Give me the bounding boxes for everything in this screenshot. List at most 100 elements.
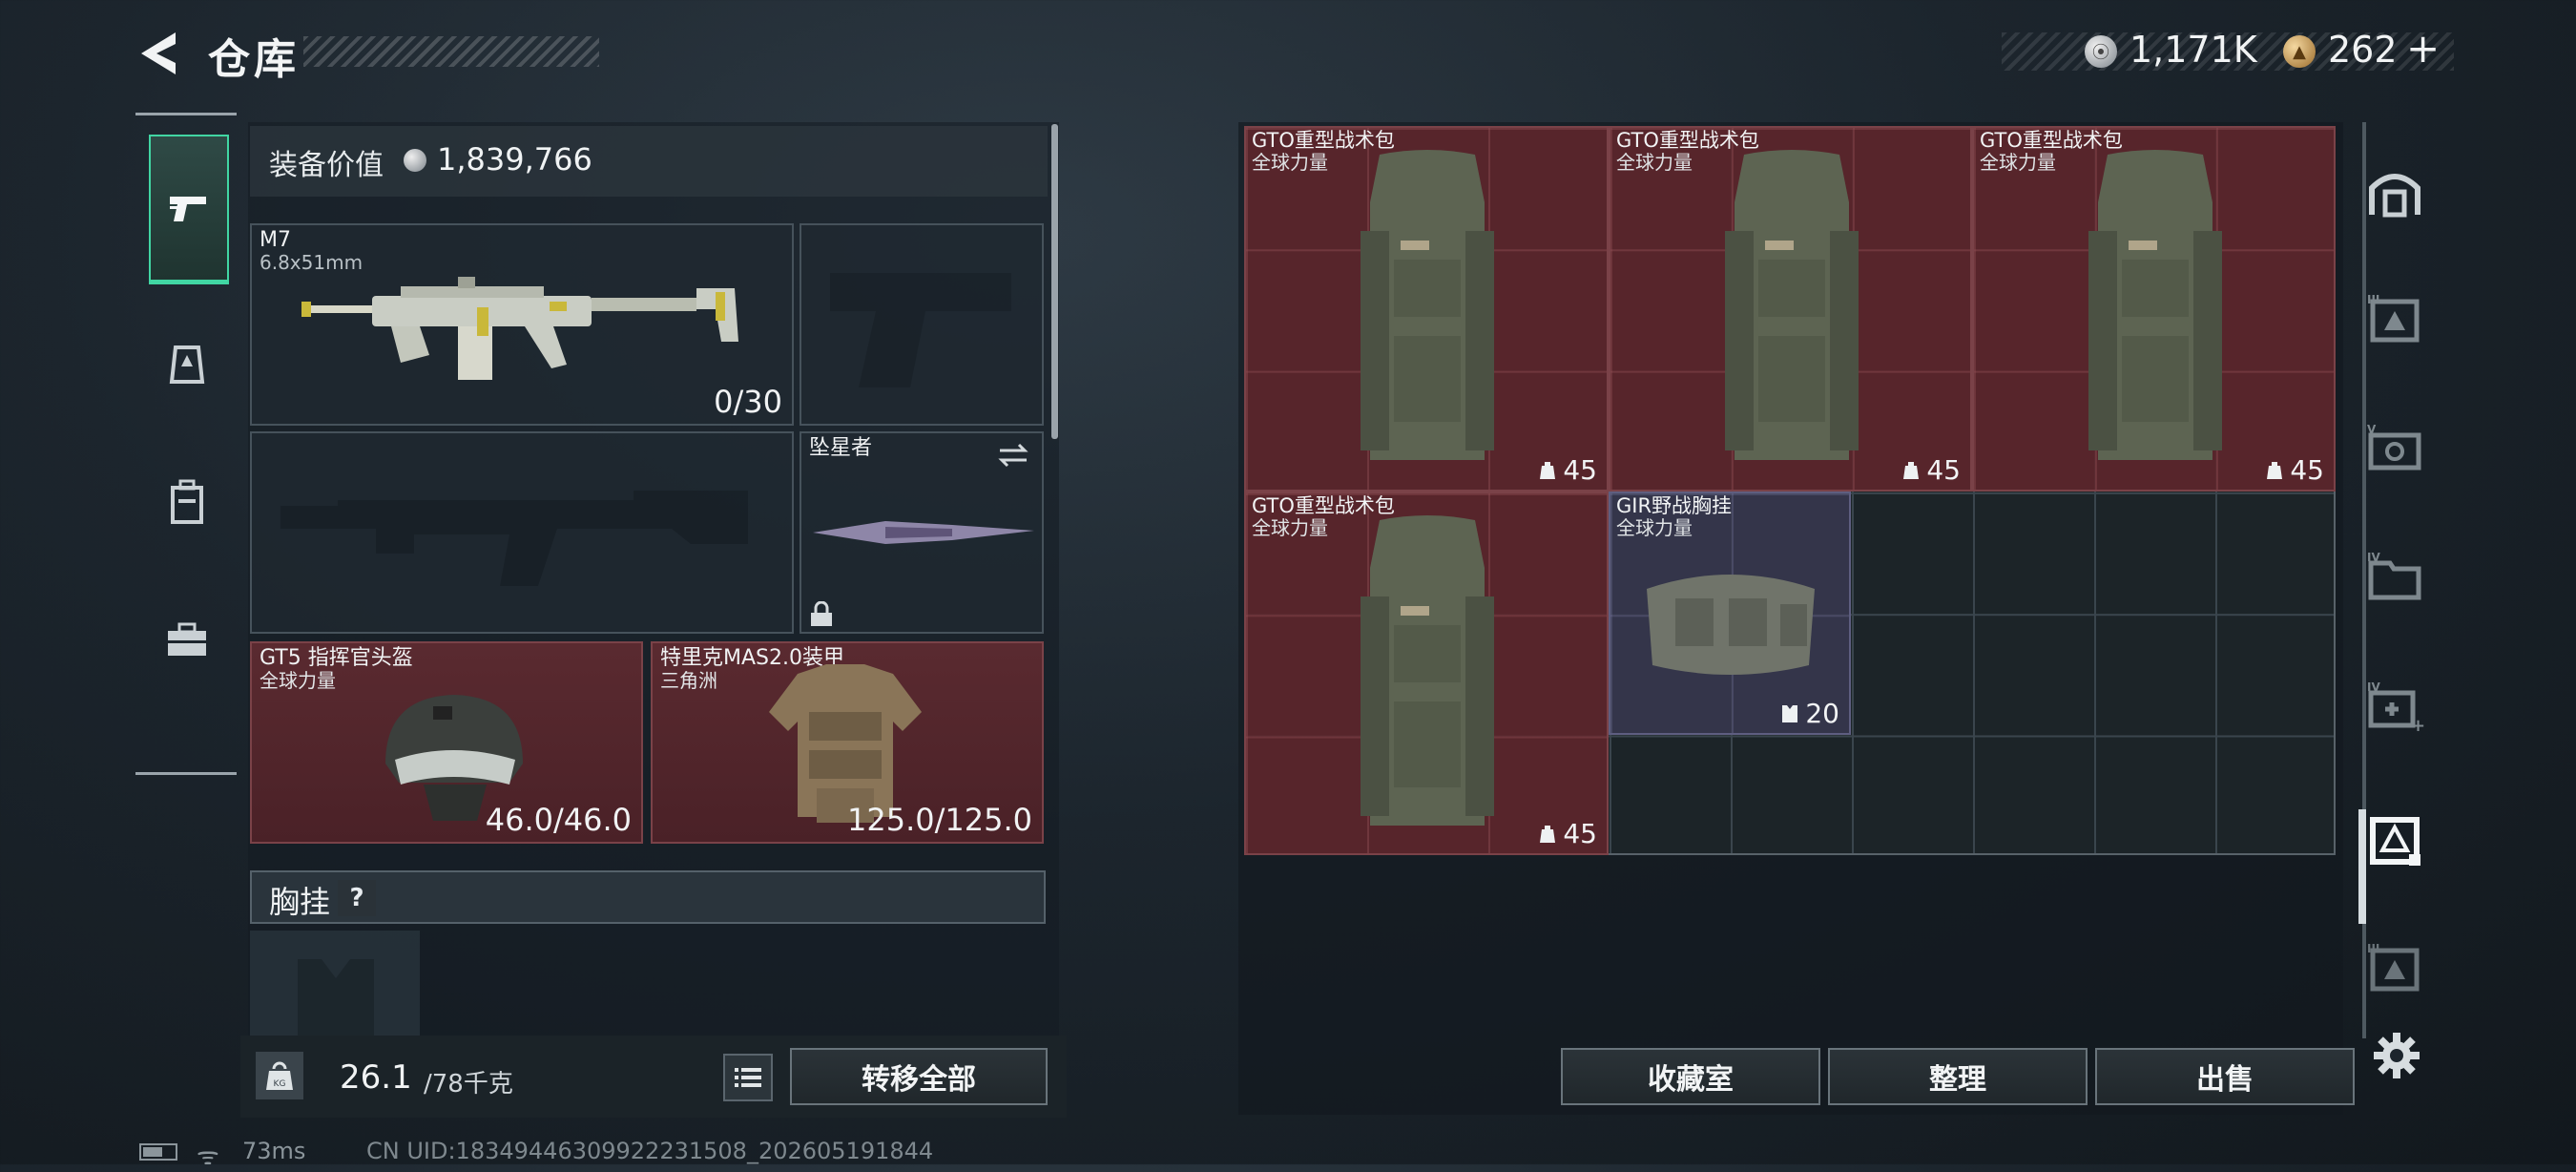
- category-weapons-tab[interactable]: [149, 135, 229, 284]
- item-capacity-value: 20: [1805, 698, 1839, 729]
- weapon-name: M7: [260, 228, 291, 252]
- gold-currency-value: 262: [2328, 29, 2398, 71]
- backpack-icon: [171, 479, 203, 524]
- chest-rig-slot[interactable]: [250, 931, 420, 1036]
- transfer-all-button[interactable]: 转移全部: [790, 1048, 1048, 1105]
- item-name: GIR野战胸挂: [1616, 494, 1733, 517]
- chest-rig-placeholder-icon: [298, 959, 374, 1036]
- storage-item-backpack[interactable]: GTO重型战术包 全球力量 45: [1244, 492, 1609, 855]
- primary-weapon-slot[interactable]: M7 6.8x51mm 0/30: [250, 223, 794, 426]
- item-capacity: 45: [1538, 454, 1597, 486]
- item-faction: 全球力量: [1252, 516, 1328, 539]
- wifi-icon: ᯤ: [197, 1142, 219, 1171]
- secondary-weapon-slot[interactable]: [250, 431, 794, 634]
- list-view-button[interactable]: [723, 1054, 773, 1101]
- briefcase-icon: [168, 622, 206, 656]
- svg-text:III: III: [2367, 942, 2379, 955]
- sort-button[interactable]: 整理: [1828, 1048, 2088, 1105]
- backpack-image: [2088, 150, 2222, 460]
- vault-icon: [2369, 174, 2420, 218]
- storage-tab-4-medical[interactable]: IV +: [2362, 674, 2427, 739]
- storage-tab-5[interactable]: V: [2362, 416, 2427, 481]
- battery-icon: [139, 1143, 177, 1161]
- category-case-tab[interactable]: [149, 602, 225, 679]
- backpack-image: [1361, 515, 1494, 826]
- storage-tab-3[interactable]: III: [2362, 286, 2427, 351]
- storage-tab-3-locked[interactable]: III: [2362, 935, 2427, 1000]
- storage-item-backpack[interactable]: GTO重型战术包 全球力量 45: [1244, 126, 1609, 492]
- armor-slot[interactable]: 特里克MAS2.0装甲 三角洲 125.0/125.0: [651, 641, 1044, 844]
- safe-icon: V: [2367, 423, 2421, 471]
- helmet-faction: 全球力量: [260, 669, 336, 692]
- helmet-slot[interactable]: GT5 指挥官头盔 全球力量 46.0/46.0: [250, 641, 643, 844]
- category-rail: [135, 113, 237, 775]
- helmet-name: GT5 指挥官头盔: [260, 646, 413, 670]
- scrollbar[interactable]: [1051, 124, 1058, 439]
- chest-rig-label: 胸挂: [269, 884, 331, 920]
- item-capacity-value: 45: [2290, 454, 2324, 486]
- storage-tab-4[interactable]: IV: [2362, 544, 2427, 609]
- weight-icon: KG: [256, 1052, 303, 1099]
- storage-item-backpack[interactable]: GTO重型战术包 全球力量 45: [1609, 126, 1972, 492]
- storage-tab-home[interactable]: [2362, 160, 2427, 225]
- item-capacity: 45: [1538, 818, 1597, 849]
- kettlebell-icon: KG: [266, 1061, 293, 1090]
- sell-button[interactable]: 出售: [2095, 1048, 2355, 1105]
- storage-box-icon: III: [2367, 942, 2420, 992]
- gear-bag-icon: [169, 345, 205, 384]
- weight-max: /78千克: [424, 1070, 513, 1099]
- back-arrow-icon[interactable]: [134, 29, 191, 78]
- item-faction: 全球力量: [1980, 151, 2056, 174]
- backpack-capacity-icon: [1903, 461, 1920, 479]
- storage-box-icon: III: [2367, 293, 2420, 343]
- add-gold-button[interactable]: +: [2406, 25, 2440, 72]
- equipment-value-label: 装备价值: [269, 149, 384, 182]
- swap-icon[interactable]: [996, 441, 1030, 470]
- item-faction: 全球力量: [1616, 151, 1693, 174]
- backpack-image: [1725, 150, 1859, 460]
- melee-slot[interactable]: 坠星者: [800, 431, 1044, 634]
- rifle-image: [301, 277, 738, 380]
- help-button[interactable]: ?: [338, 880, 376, 916]
- list-icon: [735, 1068, 761, 1087]
- item-capacity: 45: [2265, 454, 2324, 486]
- knife-image: [813, 521, 1034, 544]
- ping-value: 73ms: [242, 1138, 306, 1164]
- svg-text:IV: IV: [2367, 680, 2380, 694]
- settings-gear-icon[interactable]: [2370, 1029, 2423, 1082]
- equipment-value: 1,839,766: [437, 141, 592, 178]
- helmet-durability: 46.0/46.0: [485, 802, 632, 838]
- svg-text:V: V: [2367, 423, 2377, 436]
- medkit-icon: IV +: [2367, 680, 2424, 733]
- svg-text:III: III: [2367, 293, 2379, 306]
- storage-item-backpack[interactable]: GTO重型战术包 全球力量 45: [1972, 126, 2336, 492]
- storage-item-chest-rig[interactable]: GIR野战胸挂 全球力量 20: [1609, 492, 1851, 735]
- weapon-ammo: 0/30: [714, 384, 782, 420]
- user-uid: CN UID:18349446309922231508_202605191844: [366, 1138, 934, 1164]
- collection-room-button[interactable]: 收藏室: [1561, 1048, 1820, 1105]
- rifle-placeholder-icon: [280, 491, 748, 586]
- chest-rig-capacity-icon: [1782, 704, 1798, 722]
- category-backpack-tab[interactable]: [149, 464, 225, 540]
- lock-icon: [811, 601, 832, 626]
- item-capacity-value: 45: [1926, 454, 1961, 486]
- pistol-icon: [170, 197, 206, 221]
- backpack-capacity-icon: [1540, 461, 1556, 479]
- item-faction: 全球力量: [1252, 151, 1328, 174]
- silver-coin-icon: [404, 149, 426, 172]
- storage-tab-gear-active[interactable]: [2362, 807, 2427, 872]
- item-capacity-value: 45: [1563, 818, 1597, 849]
- chest-rig-image: [1647, 575, 1815, 675]
- item-capacity-value: 45: [1563, 454, 1597, 486]
- silver-currency-value: 1,171K: [2129, 29, 2257, 71]
- backpack-image: [1361, 150, 1494, 460]
- silver-coin-icon: ⦿: [2085, 35, 2117, 68]
- svg-text:KG: KG: [274, 1079, 286, 1089]
- sidearm-slot[interactable]: [800, 223, 1044, 426]
- armor-durability: 125.0/125.0: [847, 802, 1032, 838]
- category-helmet-tab[interactable]: [149, 325, 225, 402]
- item-faction: 全球力量: [1616, 516, 1693, 539]
- item-capacity: 20: [1780, 698, 1839, 729]
- melee-name: 坠星者: [809, 436, 873, 460]
- svg-text:+: +: [2411, 716, 2424, 733]
